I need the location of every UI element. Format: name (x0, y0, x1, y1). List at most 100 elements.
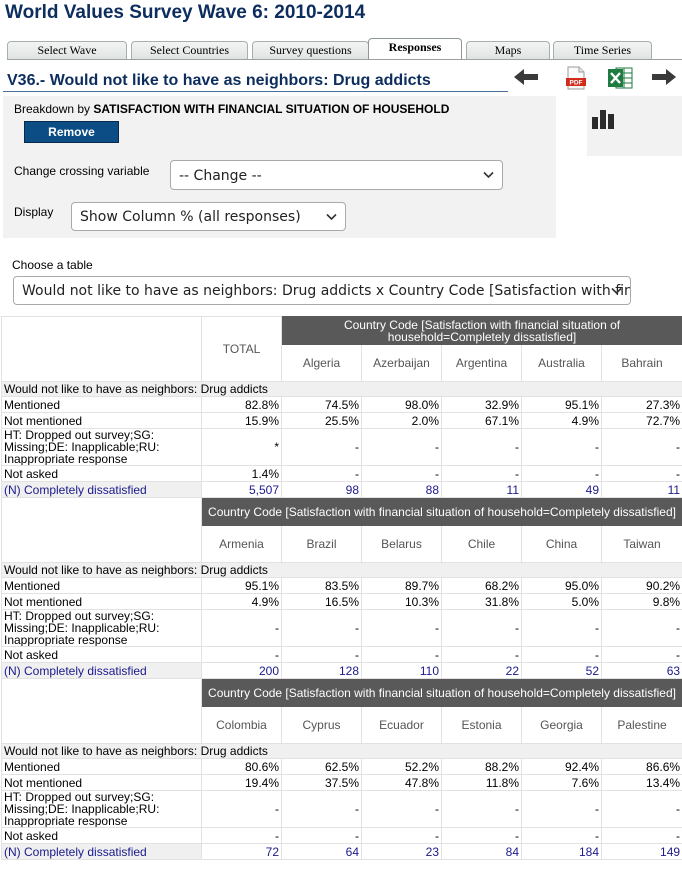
total-cell: 1.4% (201, 465, 282, 482)
row-not-mentioned: Not mentioned 19.4% 37.5% 47.8% 11.8% 7.6% 13.… (1, 774, 682, 791)
bar-chart-icon[interactable] (591, 109, 616, 130)
row-label: Not asked (1, 465, 202, 482)
value-cell: 22 (441, 662, 522, 679)
row-missing-codes: HT: Dropped out survey;SG: Missing;DE: I… (1, 609, 682, 647)
tab-maps[interactable]: Maps (466, 41, 550, 59)
value-cell: - (521, 609, 602, 647)
value-cell: 10.3% (361, 593, 442, 610)
row-not-asked: Not asked - - - - - - (1, 827, 682, 844)
forward-arrow-icon[interactable] (651, 68, 677, 86)
tab-select-countries[interactable]: Select Countries (131, 41, 248, 59)
row-label: HT: Dropped out survey;SG: Missing;DE: I… (1, 790, 202, 828)
crossing-value: -- Change -- (179, 168, 262, 184)
row-label: Not mentioned (1, 412, 202, 429)
row-mentioned: Mentioned 95.1% 83.5% 89.7% 68.2% 95.0% 90.2% (1, 577, 682, 594)
value-cell: - (361, 646, 442, 663)
crossing-label: Change crossing variable (14, 164, 150, 178)
header-empty-cell (1, 316, 202, 382)
value-cell: - (441, 827, 522, 844)
remove-button[interactable]: Remove (24, 121, 119, 143)
value-cell: - (361, 827, 442, 844)
row-n-count: (N) Completely dissatisfied 5,507 98 88 11 49… (1, 481, 682, 498)
display-value: Show Column % (all responses) (80, 209, 301, 225)
value-cell: 84 (441, 843, 522, 860)
table-choice-value: Would not like to have as neighbors: Dru… (22, 283, 631, 299)
row-n-count: (N) Completely dissatisfied 72 64 23 84 184 14… (1, 843, 682, 860)
row-n-count: (N) Completely dissatisfied 200 128 110 22 52… (1, 662, 682, 679)
value-cell: - (281, 646, 362, 663)
country-header: Palestine (600, 706, 682, 744)
row-mentioned: Mentioned 82.8% 74.5% 98.0% 32.9% 95.1% 27.3% (1, 396, 682, 413)
value-cell: 149 (600, 843, 682, 860)
tab-responses[interactable]: Responses (368, 38, 462, 59)
value-cell: 110 (361, 662, 442, 679)
row-label: (N) Completely dissatisfied (1, 662, 202, 679)
value-cell: 9.8% (600, 593, 682, 610)
value-cell: 83.5% (281, 577, 362, 594)
chevron-down-icon (483, 171, 494, 179)
country-header: Argentina (441, 344, 522, 382)
country-header: Taiwan (600, 525, 682, 563)
total-cell: * (201, 428, 282, 466)
value-cell: 95.0% (521, 577, 602, 594)
country-header: Cyprus (281, 706, 362, 744)
question-title-row: Would not like to have as neighbors: Dru… (0, 381, 682, 397)
row-label: Not asked (1, 827, 202, 844)
value-cell: 98 (281, 481, 362, 498)
value-cell: 74.5% (281, 396, 362, 413)
variable-title: V36.- Would not like to have as neighbor… (7, 72, 431, 89)
value-cell: 5.0% (521, 593, 602, 610)
value-cell: 67.1% (441, 412, 522, 429)
value-cell: - (361, 428, 442, 466)
tab-time-series[interactable]: Time Series (553, 41, 652, 59)
value-cell: 86.6% (600, 758, 682, 775)
crossing-select[interactable]: -- Change -- (170, 160, 503, 190)
display-label: Display (14, 205, 54, 219)
question-title-row: Would not like to have as neighbors: Dru… (0, 562, 682, 578)
pdf-icon[interactable]: PDF (565, 66, 587, 90)
excel-icon[interactable] (607, 66, 633, 90)
title-underline (3, 91, 508, 92)
row-label: Not mentioned (1, 774, 202, 791)
value-cell: - (521, 790, 602, 828)
crosstab-table: TOTAL Country Code [Satisfaction with fin… (0, 316, 682, 860)
value-cell: - (600, 609, 682, 647)
value-cell: - (201, 790, 282, 828)
value-cell: 13.4% (600, 774, 682, 791)
value-cell: - (521, 465, 602, 482)
total-cell: 82.8% (201, 396, 282, 413)
table-select[interactable]: Would not like to have as neighbors: Dru… (13, 276, 631, 305)
row-missing-codes: HT: Dropped out survey;SG: Missing;DE: I… (1, 790, 682, 828)
value-cell: - (600, 790, 682, 828)
value-cell: 4.9% (521, 412, 602, 429)
value-cell: 27.3% (600, 396, 682, 413)
display-select[interactable]: Show Column % (all responses) (71, 202, 346, 231)
value-cell: - (281, 827, 362, 844)
breakdown-variable: SATISFACTION WITH FINANCIAL SITUATION OF… (93, 102, 450, 116)
value-cell: - (600, 465, 682, 482)
value-cell: 98.0% (361, 396, 442, 413)
value-cell: 80.6% (201, 758, 282, 775)
value-cell: - (521, 646, 602, 663)
country-header: China (521, 525, 602, 563)
row-not-mentioned: Not mentioned 15.9% 25.5% 2.0% 67.1% 4.9% 72.7… (1, 412, 682, 429)
total-cell: 15.9% (201, 412, 282, 429)
value-cell: 68.2% (441, 577, 522, 594)
question-label: Would not like to have as neighbors: Dru… (0, 562, 682, 578)
back-arrow-icon[interactable] (513, 68, 539, 86)
value-cell: 19.4% (201, 774, 282, 791)
value-cell: - (441, 646, 522, 663)
value-cell: - (441, 465, 522, 482)
value-cell: 47.8% (361, 774, 442, 791)
value-cell: 128 (281, 662, 362, 679)
value-cell: - (361, 609, 442, 647)
tab-survey-questions[interactable]: Survey questions (252, 41, 369, 59)
value-cell: 72 (201, 843, 282, 860)
value-cell: 37.5% (281, 774, 362, 791)
value-cell: - (361, 465, 442, 482)
tab-select-wave[interactable]: Select Wave (7, 41, 127, 59)
breakdown-prefix: Breakdown by (14, 102, 91, 116)
row-not-asked: Not asked - - - - - - (1, 646, 682, 663)
row-label: Not asked (1, 646, 202, 663)
country-header: Estonia (441, 706, 522, 744)
